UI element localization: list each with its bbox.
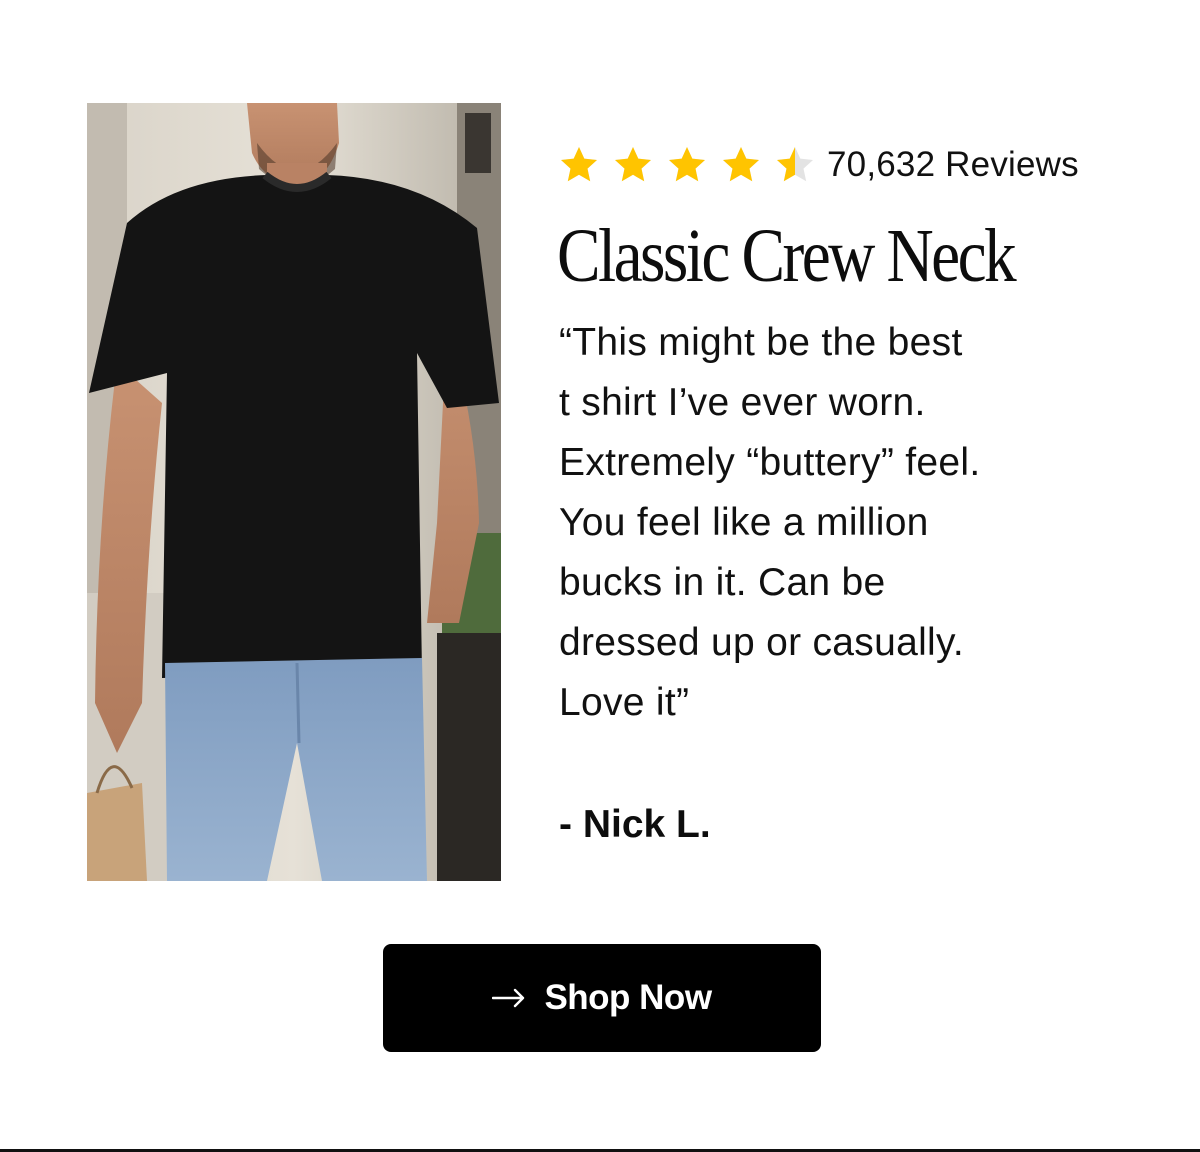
- product-title: Classic Crew Neck: [557, 214, 1017, 298]
- review-count[interactable]: 70,632 Reviews: [827, 145, 1079, 185]
- product-image: [87, 103, 501, 881]
- arrow-right-icon: [492, 988, 525, 1008]
- review-quote: “This might be the best t shirt I’ve eve…: [559, 313, 1119, 733]
- star-half-icon: [777, 147, 813, 182]
- review-quote-line: You feel like a million: [559, 501, 929, 544]
- review-quote-line: “This might be the best: [559, 321, 963, 364]
- star-rating: [559, 145, 827, 185]
- shop-now-label: Shop Now: [544, 978, 712, 1017]
- star-full-icon: [669, 147, 705, 182]
- review-quote-line: Extremely “buttery” feel.: [559, 441, 981, 484]
- review-quote-line: bucks in it. Can be: [559, 561, 886, 604]
- star-full-icon: [615, 147, 651, 182]
- review-quote-line: Love it”: [559, 681, 690, 724]
- review-quote-line: t shirt I’ve ever worn.: [559, 381, 926, 424]
- star-full-icon: [723, 147, 759, 182]
- review-quote-line: dressed up or casually.: [559, 621, 965, 664]
- rating-row: 70,632 Reviews: [559, 140, 1139, 190]
- reviewer-name: - Nick L.: [559, 803, 711, 846]
- shop-now-button[interactable]: Shop Now: [383, 944, 821, 1052]
- star-full-icon: [561, 147, 597, 182]
